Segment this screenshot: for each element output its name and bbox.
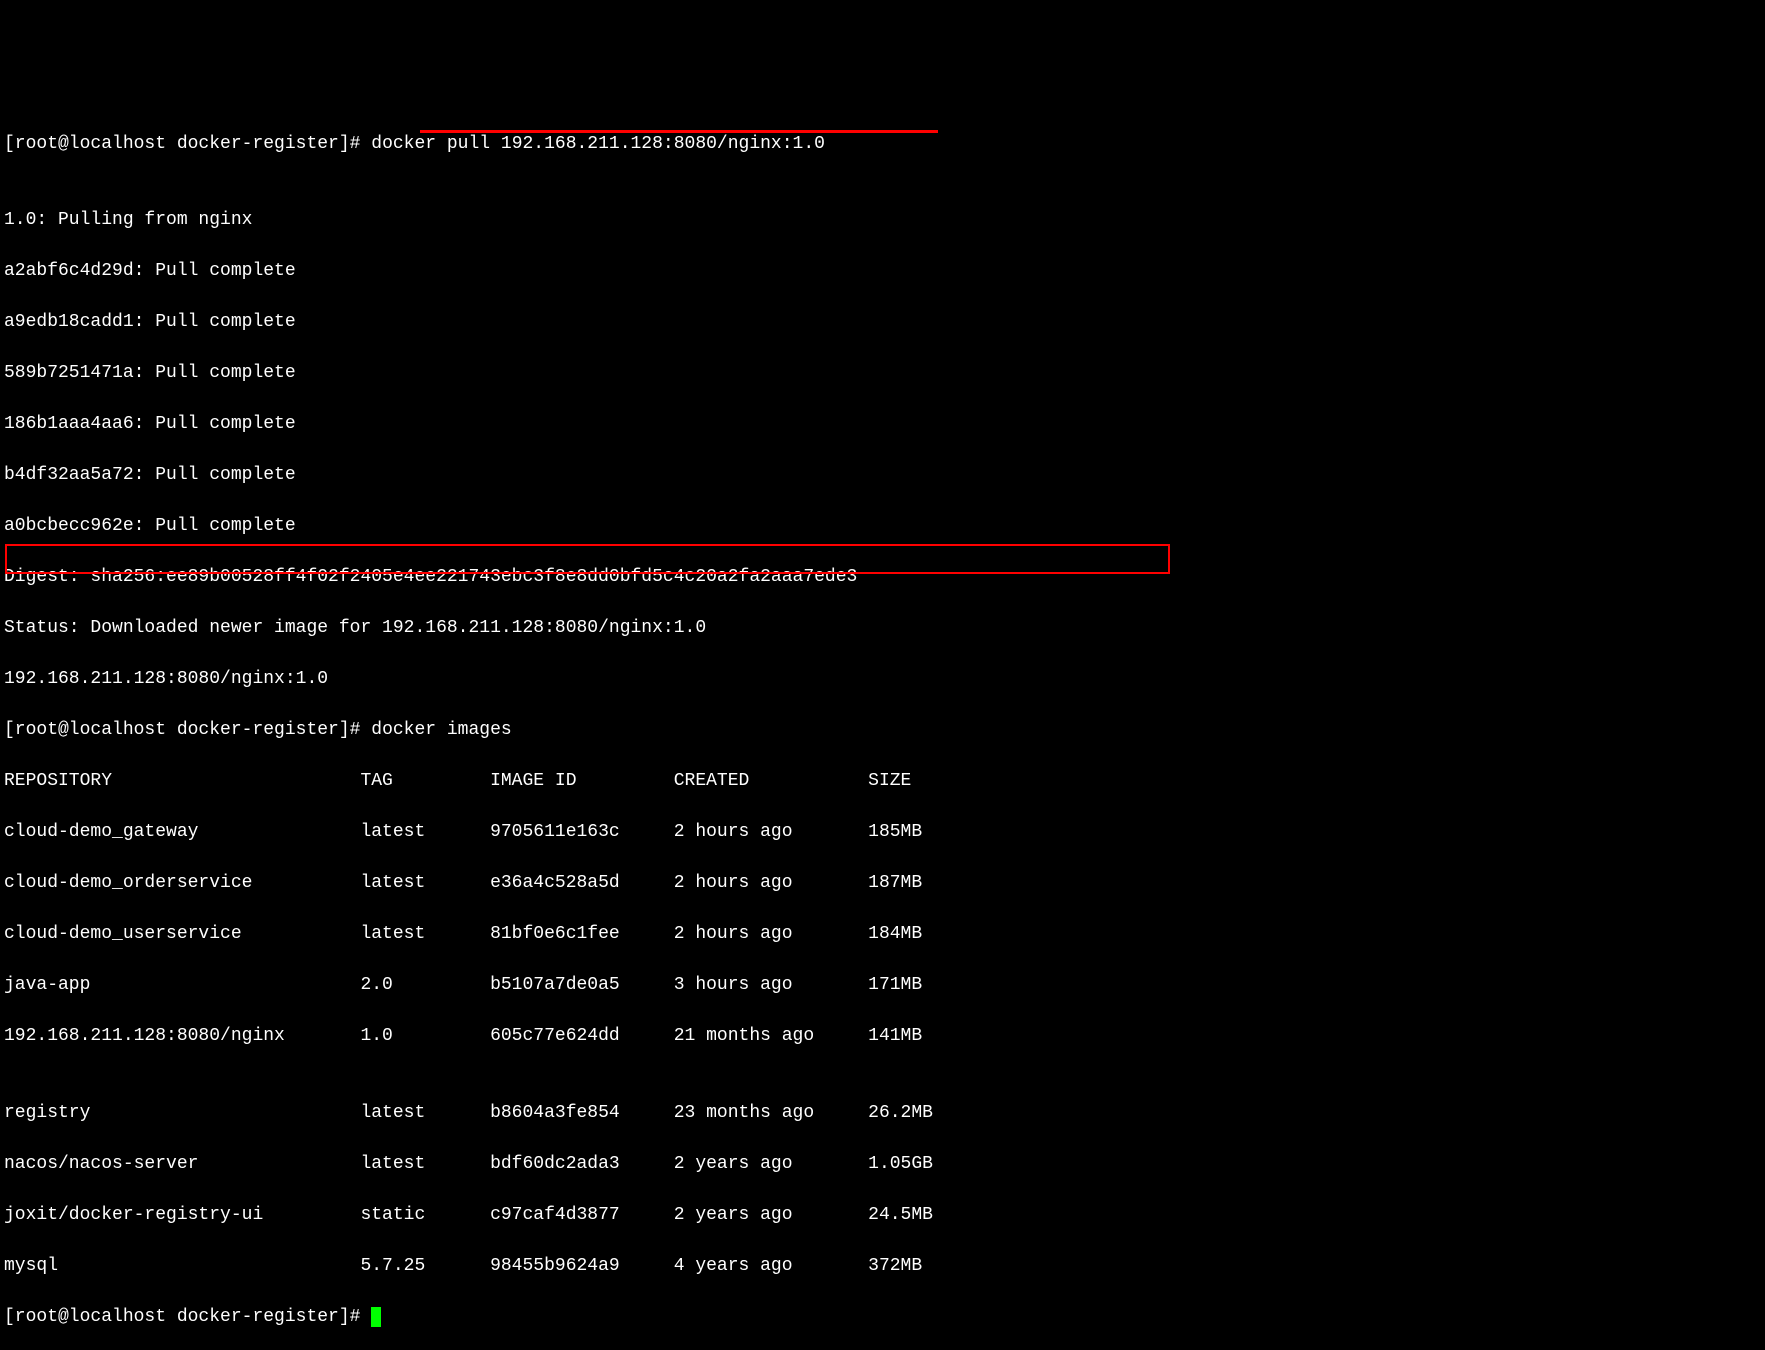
terminal-output: [root@localhost docker-register]# docker… — [4, 106, 1761, 1350]
table-row: cloud-demo_userservice latest 81bf0e6c1f… — [4, 922, 1761, 948]
highlighted-row-annotation — [5, 544, 1170, 574]
pull-output-line: a2abf6c4d29d: Pull complete — [4, 259, 1761, 285]
prompt: [root@localhost docker-register]# — [4, 1307, 371, 1327]
table-header-row: REPOSITORY TAG IMAGE ID CREATED SIZE — [4, 769, 1761, 795]
prompt: [root@localhost docker-register]# — [4, 134, 371, 154]
pull-output-line: Status: Downloaded newer image for 192.1… — [4, 616, 1761, 642]
prompt: [root@localhost docker-register]# — [4, 720, 371, 740]
command-underline-annotation — [420, 130, 938, 133]
command-line-3[interactable]: [root@localhost docker-register]# — [4, 1305, 1761, 1331]
pull-output-line: 589b7251471a: Pull complete — [4, 361, 1761, 387]
pull-output-line: 192.168.211.128:8080/nginx:1.0 — [4, 667, 1761, 693]
table-row: registry latest b8604a3fe854 23 months a… — [4, 1101, 1761, 1127]
pull-output-line: b4df32aa5a72: Pull complete — [4, 463, 1761, 489]
table-row: joxit/docker-registry-ui static c97caf4d… — [4, 1203, 1761, 1229]
pull-output-line: a0bcbecc962e: Pull complete — [4, 514, 1761, 540]
table-row: nacos/nacos-server latest bdf60dc2ada3 2… — [4, 1152, 1761, 1178]
table-row: mysql 5.7.25 98455b9624a9 4 years ago 37… — [4, 1254, 1761, 1280]
command-line-2: [root@localhost docker-register]# docker… — [4, 718, 1761, 744]
pull-output-line: 186b1aaa4aa6: Pull complete — [4, 412, 1761, 438]
table-row: java-app 2.0 b5107a7de0a5 3 hours ago 17… — [4, 973, 1761, 999]
command-text: docker pull 192.168.211.128:8080/nginx:1… — [371, 134, 825, 154]
pull-output-line: 1.0: Pulling from nginx — [4, 208, 1761, 234]
command-text: docker images — [371, 720, 511, 740]
command-line-1: [root@localhost docker-register]# docker… — [4, 132, 1761, 158]
table-row: cloud-demo_orderservice latest e36a4c528… — [4, 871, 1761, 897]
terminal-cursor — [371, 1307, 381, 1327]
pull-output-line: a9edb18cadd1: Pull complete — [4, 310, 1761, 336]
table-row: cloud-demo_gateway latest 9705611e163c 2… — [4, 820, 1761, 846]
table-row: 192.168.211.128:8080/nginx 1.0 605c77e62… — [4, 1024, 1761, 1050]
